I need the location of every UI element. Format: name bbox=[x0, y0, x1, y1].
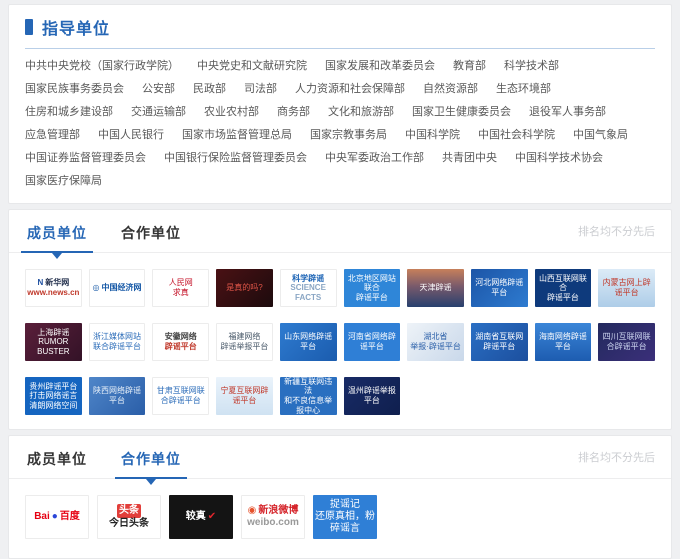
shanxi-piyao-platform-logo[interactable]: 山西互联网联合 辟谣平台 bbox=[535, 269, 592, 307]
sichuan-piyao-platform-logo[interactable]: 四川互联网联合辟谣平台 bbox=[598, 323, 655, 361]
guiding-unit-link[interactable]: 国家发展和改革委员会 bbox=[325, 55, 435, 78]
xinjiang-report-center-logo[interactable]: 新疆互联网违法 和不良信息举报中心 bbox=[280, 377, 337, 415]
guiding-unit-link[interactable]: 中共中央党校（国家行政学院） bbox=[25, 55, 179, 78]
baidu-logo[interactable]: Bai●百度 bbox=[25, 495, 89, 539]
shandong-piyao-platform-logo[interactable]: 山东网络辟谣平台 bbox=[280, 323, 337, 361]
ranking-note: 排名均不分先后 bbox=[578, 449, 655, 465]
guiding-unit-link[interactable]: 中国银行保险监督管理委员会 bbox=[164, 147, 307, 170]
anhui-piyao-platform-logo[interactable]: 安徽网络辟谣平台 bbox=[152, 323, 209, 361]
gansu-piyao-platform-logo[interactable]: 甘肃互联网联合辟谣平台 bbox=[152, 377, 209, 415]
guiding-unit-link[interactable]: 中国社会科学院 bbox=[478, 124, 555, 147]
hunan-piyao-platform-logo[interactable]: 湖南省互联网 辟谣平台 bbox=[471, 323, 528, 361]
zhuoyaoji-logo[interactable]: 捉谣记 还原真相，粉碎谣言 bbox=[313, 495, 377, 539]
member-units-tabbar: 成员单位合作单位 排名均不分先后 bbox=[9, 210, 671, 253]
guiding-unit-link[interactable]: 自然资源部 bbox=[423, 78, 478, 101]
hubei-piyao-platform-logo[interactable]: 湖北省 举报·辟谣平台 bbox=[407, 323, 464, 361]
guiding-unit-link[interactable]: 公安部 bbox=[142, 78, 175, 101]
henan-piyao-platform-logo[interactable]: 河南省网络辟谣平台 bbox=[344, 323, 401, 361]
guiding-unit-link[interactable]: 科学技术部 bbox=[504, 55, 559, 78]
china-economic-net-logo[interactable]: ◎中国经济网 bbox=[89, 269, 146, 307]
guiding-unit-link[interactable]: 中国科学院 bbox=[405, 124, 460, 147]
tab-partner-units[interactable]: 合作单位 bbox=[119, 210, 183, 252]
guiding-unit-link[interactable]: 中国人民银行 bbox=[98, 124, 164, 147]
guiding-unit-link[interactable]: 生态环境部 bbox=[496, 78, 551, 101]
ranking-note: 排名均不分先后 bbox=[578, 223, 655, 239]
guizhou-piyao-platform-logo[interactable]: 贵州辟谣平台 打击网络谣言 清朗网络空间 bbox=[25, 377, 82, 415]
hainan-piyao-platform-logo[interactable]: 海南网络辟谣平台 bbox=[535, 323, 592, 361]
hebei-piyao-platform-logo[interactable]: 河北网络辟谣平台 bbox=[471, 269, 528, 307]
ningxia-piyao-platform-logo[interactable]: 宁夏互联网辟谣平台 bbox=[216, 377, 273, 415]
guiding-unit-link[interactable]: 国家宗教事务局 bbox=[310, 124, 387, 147]
jinri-toutiao-logo[interactable]: 头条今日头条 bbox=[97, 495, 161, 539]
guiding-unit-link[interactable]: 教育部 bbox=[453, 55, 486, 78]
guiding-unit-link[interactable]: 文化和旅游部 bbox=[328, 101, 394, 124]
tianjin-piyao-logo[interactable]: 天津辟谣 bbox=[407, 269, 464, 307]
guiding-unit-link[interactable]: 国家民族事务委员会 bbox=[25, 78, 124, 101]
guiding-unit-link[interactable]: 退役军人事务部 bbox=[529, 101, 606, 124]
member-units-tabs: 成员单位合作单位 bbox=[25, 210, 183, 252]
guiding-unit-link[interactable]: 住房和城乡建设部 bbox=[25, 101, 113, 124]
guiding-unit-link[interactable]: 中央党史和文献研究院 bbox=[197, 55, 307, 78]
fujian-piyao-platform-logo[interactable]: 福建网络 辟谣举报平台 bbox=[216, 323, 273, 361]
kexue-piyao-logo[interactable]: 科学辟谣SCIENCE FACTS bbox=[280, 269, 337, 307]
guiding-unit-link[interactable]: 中国证券监督管理委员会 bbox=[25, 147, 146, 170]
beijing-piyao-platform-logo[interactable]: 北京地区网站联合 辟谣平台 bbox=[344, 269, 401, 307]
partner-units-tabs: 成员单位合作单位 bbox=[25, 436, 183, 478]
guiding-units-link-list: 中共中央党校（国家行政学院） 中央党史和文献研究院国家发展和改革委员会教育部科学技… bbox=[25, 55, 655, 193]
shanghai-piyao-logo[interactable]: 上海辟谣 RUMOR BUSTER bbox=[25, 323, 82, 361]
page: 指导单位 中共中央党校（国家行政学院） 中央党史和文献研究院国家发展和改革委员会教… bbox=[0, 0, 680, 528]
guiding-unit-link[interactable]: 司法部 bbox=[244, 78, 277, 101]
tab-member-units[interactable]: 成员单位 bbox=[25, 210, 89, 252]
guiding-unit-link[interactable]: 应急管理部 bbox=[25, 124, 80, 147]
guiding-unit-link[interactable]: 商务部 bbox=[277, 101, 310, 124]
tab-partner-units[interactable]: 合作单位 bbox=[119, 436, 183, 478]
tab-member-units[interactable]: 成员单位 bbox=[25, 436, 89, 478]
peoples-daily-qiuzhen-logo[interactable]: 人民网 求真 bbox=[152, 269, 209, 307]
guiding-unit-link[interactable]: 中国科学技术协会 bbox=[515, 147, 603, 170]
member-units-logo-grid: N新华网www.news.cn◎中国经济网人民网 求真是真的吗?科学辟谣SCIE… bbox=[25, 269, 655, 415]
guiding-units-section: 指导单位 中共中央党校（国家行政学院） 中央党史和文献研究院国家发展和改革委员会教… bbox=[8, 4, 672, 204]
guiding-units-header: 指导单位 bbox=[25, 15, 655, 49]
guiding-unit-link[interactable]: 农业农村部 bbox=[204, 101, 259, 124]
partner-units-logo-row: Bai●百度头条今日头条较真✔◉新浪微博weibo.com捉谣记 还原真相，粉碎… bbox=[25, 495, 655, 539]
guiding-unit-link[interactable]: 国家医疗保障局 bbox=[25, 170, 102, 193]
wenzhou-piyao-platform-logo[interactable]: 温州辟谣举报平台 bbox=[344, 377, 401, 415]
guiding-unit-link[interactable]: 民政部 bbox=[193, 78, 226, 101]
guiding-unit-link[interactable]: 国家市场监督管理总局 bbox=[182, 124, 292, 147]
guiding-unit-link[interactable]: 国家卫生健康委员会 bbox=[412, 101, 511, 124]
member-units-section: 成员单位合作单位 排名均不分先后 N新华网www.news.cn◎中国经济网人民… bbox=[8, 209, 672, 430]
guiding-unit-link[interactable]: 共青团中央 bbox=[442, 147, 497, 170]
partner-units-section: 成员单位合作单位 排名均不分先后 Bai●百度头条今日头条较真✔◉新浪微博wei… bbox=[8, 435, 672, 559]
guiding-unit-link[interactable]: 中央军委政治工作部 bbox=[325, 147, 424, 170]
partner-units-tabbar: 成员单位合作单位 排名均不分先后 bbox=[9, 436, 671, 479]
sina-weibo-logo[interactable]: ◉新浪微博weibo.com bbox=[241, 495, 305, 539]
neimenggu-piyao-platform-logo[interactable]: 内蒙古网上辟谣平台 bbox=[598, 269, 655, 307]
guiding-unit-link[interactable]: 人力资源和社会保障部 bbox=[295, 78, 405, 101]
xinhuanet-logo[interactable]: N新华网www.news.cn bbox=[25, 269, 82, 307]
section-marker-icon bbox=[25, 19, 33, 35]
guiding-unit-link[interactable]: 中国气象局 bbox=[573, 124, 628, 147]
zhejiang-piyao-platform-logo[interactable]: 浙江媒体网站 联合辟谣平台 bbox=[89, 323, 146, 361]
tencent-jiaozhen-logo[interactable]: 较真✔ bbox=[169, 495, 233, 539]
cctv-shizhendema-logo[interactable]: 是真的吗? bbox=[216, 269, 273, 307]
shaanxi-piyao-platform-logo[interactable]: 陕西网络辟谣平台 bbox=[89, 377, 146, 415]
guiding-units-title: 指导单位 bbox=[42, 15, 110, 39]
guiding-unit-link[interactable]: 交通运输部 bbox=[131, 101, 186, 124]
